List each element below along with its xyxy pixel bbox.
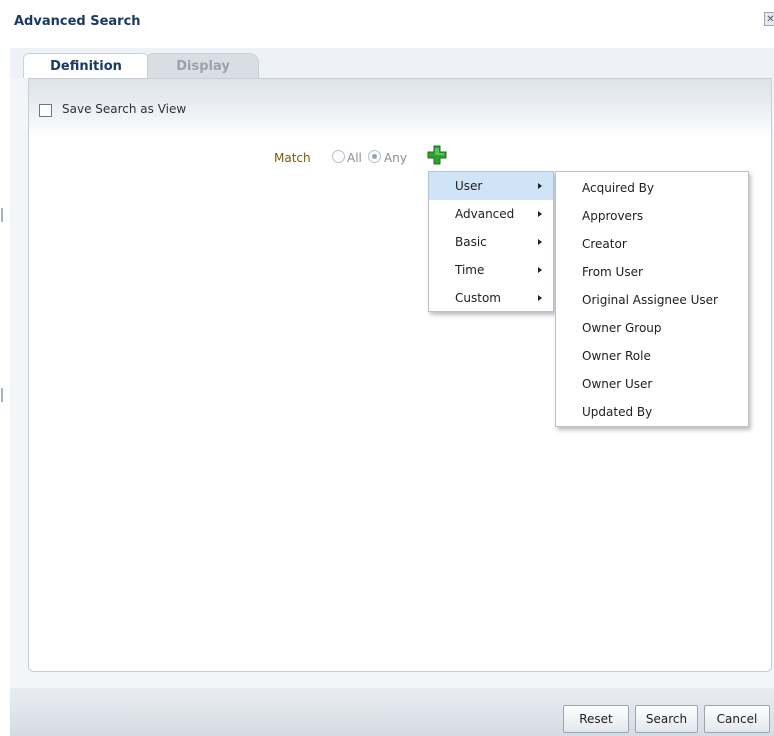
match-label: Match bbox=[274, 151, 311, 165]
edge-mark bbox=[1, 388, 3, 402]
add-criteria-icon[interactable] bbox=[427, 145, 447, 165]
submenu-item-original-assignee-user[interactable]: Original Assignee User bbox=[556, 286, 748, 314]
advanced-search-dialog: Advanced Search ✕ Definition Display Sav… bbox=[10, 0, 774, 736]
search-button[interactable]: Search bbox=[635, 705, 698, 733]
submenu-item-acquired-by[interactable]: Acquired By bbox=[556, 174, 748, 202]
user-field-submenu: Acquired By Approvers Creator From User … bbox=[555, 171, 749, 427]
background-edge bbox=[0, 0, 10, 736]
match-all-radio[interactable] bbox=[332, 150, 345, 163]
submenu-item-updated-by[interactable]: Updated By bbox=[556, 398, 748, 426]
menu-item-user[interactable]: User bbox=[429, 172, 553, 200]
submenu-arrow-icon bbox=[538, 239, 542, 245]
save-as-view-label[interactable]: Save Search as View bbox=[62, 102, 186, 116]
submenu-arrow-icon bbox=[538, 295, 542, 301]
menu-item-time[interactable]: Time bbox=[429, 256, 553, 284]
menu-item-custom[interactable]: Custom bbox=[429, 284, 553, 312]
submenu-arrow-icon bbox=[538, 267, 542, 273]
tab-bar: Definition Display bbox=[10, 48, 774, 78]
menu-item-basic[interactable]: Basic bbox=[429, 228, 553, 256]
save-as-view-checkbox[interactable] bbox=[39, 104, 52, 117]
menu-item-advanced[interactable]: Advanced bbox=[429, 200, 553, 228]
close-icon[interactable]: ✕ bbox=[764, 12, 774, 26]
submenu-arrow-icon bbox=[538, 211, 542, 217]
submenu-arrow-icon bbox=[538, 183, 542, 189]
submenu-item-from-user[interactable]: From User bbox=[556, 258, 748, 286]
match-all-label[interactable]: All bbox=[347, 151, 362, 165]
submenu-item-creator[interactable]: Creator bbox=[556, 230, 748, 258]
submenu-item-owner-role[interactable]: Owner Role bbox=[556, 342, 748, 370]
reset-button[interactable]: Reset bbox=[563, 705, 629, 733]
submenu-item-owner-user[interactable]: Owner User bbox=[556, 370, 748, 398]
cancel-button[interactable]: Cancel bbox=[704, 705, 770, 733]
edge-mark bbox=[1, 208, 3, 222]
match-any-radio[interactable] bbox=[368, 150, 381, 163]
dialog-title: Advanced Search bbox=[14, 14, 141, 29]
tab-definition[interactable]: Definition bbox=[23, 53, 149, 78]
panel-header: Save Search as View bbox=[29, 79, 771, 137]
submenu-item-approvers[interactable]: Approvers bbox=[556, 202, 748, 230]
submenu-item-owner-group[interactable]: Owner Group bbox=[556, 314, 748, 342]
dialog-titlebar: Advanced Search ✕ bbox=[10, 0, 774, 48]
tab-display[interactable]: Display bbox=[147, 53, 259, 78]
criteria-category-menu: User Advanced Basic Time Custom bbox=[428, 171, 554, 312]
match-any-label[interactable]: Any bbox=[384, 151, 407, 165]
